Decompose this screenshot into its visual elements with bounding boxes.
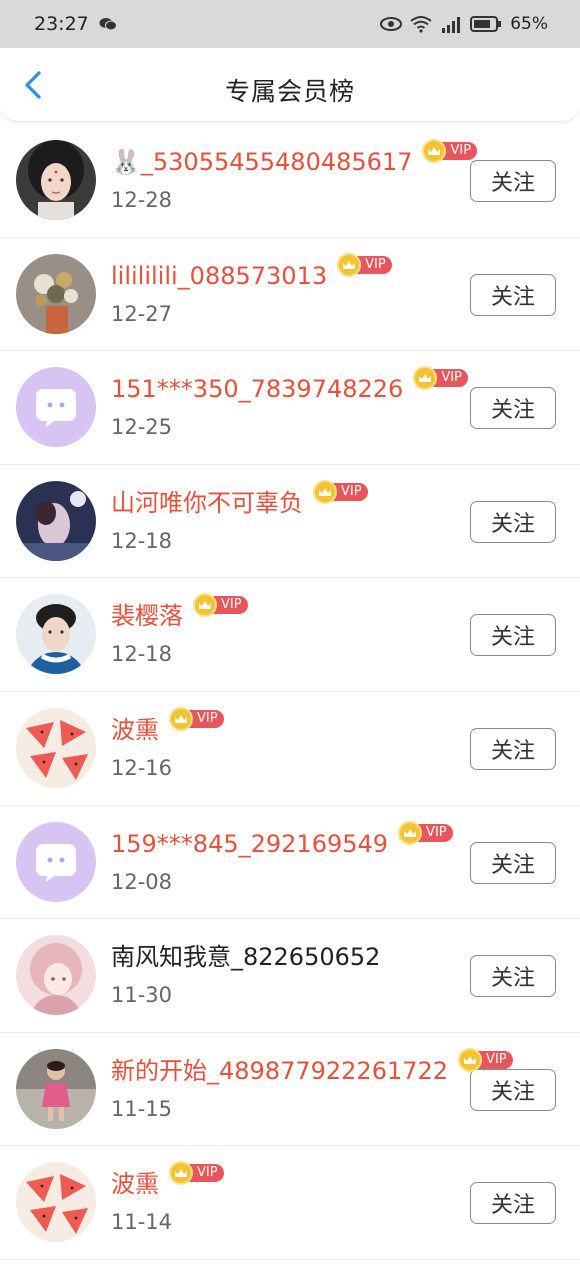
follow-button[interactable]: 关注 (470, 1068, 556, 1111)
join-date: 12-25 (111, 415, 173, 440)
avatar[interactable] (16, 707, 96, 788)
vip-badge: VIP (193, 593, 248, 618)
page-title: 专属会员榜 (224, 77, 355, 106)
user-name[interactable]: 🐰_53055455480485617 (111, 146, 412, 178)
crown-icon (313, 479, 337, 504)
member-row[interactable]: 🐰_53055455480485617 VIP 12-28 关注 (0, 124, 580, 238)
join-date: 12-28 (111, 188, 173, 212)
vip-badge: VIP (422, 139, 478, 163)
avatar[interactable] (16, 821, 96, 902)
follow-button[interactable]: 关注 (470, 727, 556, 770)
follow-button[interactable]: 关注 (470, 273, 556, 316)
follow-button[interactable]: 关注 (470, 500, 556, 543)
member-row[interactable]: 151***350_7839748226 VIP 12-25 关注 (0, 351, 580, 465)
user-name[interactable]: 新的开始_489877922261722 (111, 1055, 448, 1087)
signal-icon (440, 15, 462, 33)
status-bar: 23:27 65% (0, 0, 580, 48)
member-row[interactable]: 波熏 VIP 12-16 关注 (0, 691, 580, 806)
join-date: 12-27 (111, 301, 173, 326)
join-date: 12-16 (111, 755, 173, 780)
vip-badge: VIP (337, 252, 392, 277)
avatar[interactable] (16, 1162, 96, 1243)
user-name[interactable]: lilililili_088573013 (111, 260, 327, 292)
name-line: 🐰_53055455480485617 VIP (111, 139, 478, 178)
join-date: 12-18 (111, 642, 173, 667)
follow-button[interactable]: 关注 (470, 614, 556, 657)
follow-button[interactable]: 关注 (470, 1182, 556, 1225)
user-name[interactable]: 151***350_7839748226 (111, 373, 403, 405)
name-line: 山河唯你不可辜负 VIP (111, 479, 368, 519)
crown-icon (337, 252, 362, 277)
avatar[interactable] (16, 367, 96, 448)
name-line: lilililili_088573013 VIP (111, 252, 392, 292)
vip-badge: VIP (458, 1047, 513, 1072)
member-row[interactable]: 南风知我意_822650652 11-30 关注 (0, 919, 580, 1033)
avatar[interactable] (16, 253, 96, 334)
vip-badge: VIP (169, 706, 224, 731)
member-list: 🐰_53055455480485617 VIP 12-28 关注 lilililili_… (0, 124, 580, 1260)
wifi-icon (410, 15, 432, 33)
crown-icon (169, 706, 193, 731)
member-row[interactable]: 波熏 VIP 11-14 关注 (0, 1146, 580, 1260)
battery-icon (470, 15, 502, 33)
user-name[interactable]: 南风知我意_822650652 (111, 941, 380, 973)
member-row[interactable]: 裴樱落 VIP 12-18 关注 (0, 578, 580, 692)
user-name[interactable]: 波熏 (111, 714, 159, 746)
join-date: 11-15 (111, 1096, 173, 1121)
name-line: 南风知我意_822650652 (111, 941, 380, 973)
vip-badge: VIP (169, 1161, 224, 1186)
member-row[interactable]: 山河唯你不可辜负 VIP 12-18 关注 (0, 464, 580, 579)
follow-button[interactable]: 关注 (470, 841, 556, 884)
follow-button[interactable]: 关注 (470, 387, 556, 430)
name-line: 波熏 VIP (111, 1161, 224, 1200)
crown-icon (398, 820, 423, 845)
clock: 23:27 (34, 13, 89, 35)
join-date: 12-08 (111, 869, 173, 894)
join-date: 12-18 (111, 528, 173, 553)
avatar[interactable] (16, 480, 96, 561)
nav-bar: 专属会员榜 (0, 48, 580, 122)
avatar[interactable] (16, 594, 96, 675)
name-line: 151***350_7839748226 VIP (111, 366, 468, 405)
wechat-icon (99, 17, 117, 31)
name-line: 裴樱落 VIP (111, 593, 248, 632)
user-name[interactable]: 159***845_292169549 (111, 828, 388, 860)
follow-button[interactable]: 关注 (470, 955, 556, 998)
eye-icon (380, 17, 403, 31)
user-name[interactable]: 波熏 (111, 1168, 159, 1200)
name-line: 波熏 VIP (111, 706, 224, 746)
avatar[interactable] (16, 935, 96, 1016)
battery-level: 65% (510, 14, 548, 34)
vip-badge: VIP (398, 820, 453, 845)
user-name[interactable]: 裴樱落 (111, 600, 183, 632)
member-row[interactable]: lilililili_088573013 VIP 12-27 关注 (0, 237, 580, 352)
member-row[interactable]: 新的开始_489877922261722 VIP 11-15 关注 (0, 1032, 580, 1147)
name-line: 新的开始_489877922261722 VIP (111, 1047, 513, 1087)
vip-badge: VIP (313, 479, 368, 504)
avatar[interactable] (16, 1048, 96, 1129)
join-date: 11-14 (111, 1210, 173, 1235)
join-date: 11-30 (111, 983, 173, 1008)
vip-badge: VIP (413, 366, 468, 391)
avatar[interactable] (16, 140, 96, 220)
member-row[interactable]: 159***845_292169549 VIP 12-08 关注 (0, 805, 580, 920)
follow-button[interactable]: 关注 (470, 160, 556, 202)
name-line: 159***845_292169549 VIP (111, 820, 453, 860)
user-name[interactable]: 山河唯你不可辜负 (111, 487, 303, 519)
crown-icon (458, 1047, 483, 1072)
